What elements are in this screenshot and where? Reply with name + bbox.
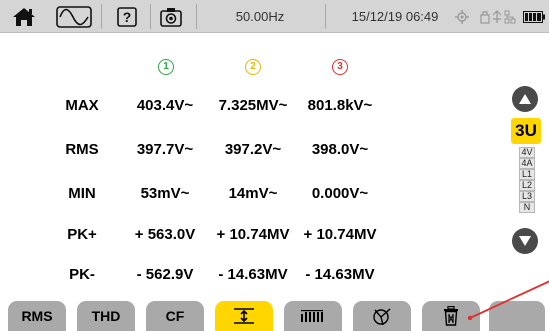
phasor-icon: [373, 308, 391, 326]
max-phase-3-value: 801.8kV~: [307, 97, 373, 114]
pk-plus-phase-3-value: + 10.74MV: [303, 226, 377, 243]
camera-icon[interactable]: [158, 0, 184, 33]
min-phase-2-value: 14mV~: [228, 185, 278, 202]
arrow-down-icon: [519, 236, 531, 246]
min-phase-3-value: 0.000V~: [311, 185, 369, 202]
row-label-pk-minus: PK-: [69, 266, 95, 283]
row-label-pk-plus: PK+: [67, 226, 97, 243]
tab-empty[interactable]: [489, 301, 545, 331]
trash-icon: [444, 306, 458, 326]
summary-bars-icon: [301, 310, 323, 322]
tab-thd[interactable]: THD: [77, 301, 135, 331]
rms-phase-3-value: 398.0V~: [311, 141, 369, 158]
pk-plus-phase-1-value: + 563.0V: [134, 226, 196, 243]
home-icon[interactable]: [6, 0, 42, 33]
phase-1-indicator: 1: [158, 59, 174, 75]
scroll-down-button[interactable]: [512, 228, 538, 254]
gps-icon: [453, 0, 471, 33]
min-phase-1-value: 53mV~: [140, 185, 190, 202]
max-phase-1-value: 403.4V~: [136, 97, 194, 114]
phase-3-indicator: 3: [332, 59, 348, 75]
status-bar: ? 50.00Hz 15/12/19 06:49: [0, 0, 549, 33]
selector-option-n[interactable]: N: [519, 202, 535, 213]
tab-reset[interactable]: [422, 301, 480, 331]
selector-option-l2[interactable]: L2: [519, 180, 535, 191]
tab-phasor[interactable]: [353, 301, 411, 331]
max-min-icon: [234, 308, 254, 324]
rms-phase-1-value: 397.7V~: [136, 141, 194, 158]
arrow-up-icon: [519, 94, 531, 104]
rms-phase-2-value: 397.2V~: [224, 141, 282, 158]
pk-minus-phase-1-value: - 562.9V: [136, 266, 194, 283]
connection-icon: [478, 0, 518, 33]
bottom-tab-bar: RMS THD CF: [0, 298, 549, 331]
svg-text:?: ?: [123, 9, 132, 25]
selector-option-4a[interactable]: 4A: [519, 158, 535, 169]
row-label-max: MAX: [65, 97, 99, 114]
pk-minus-phase-2-value: - 14.63MV: [218, 266, 288, 283]
row-label-min: MIN: [68, 185, 96, 202]
phase-2-indicator: 2: [245, 59, 261, 75]
tab-rms[interactable]: RMS: [8, 301, 66, 331]
scroll-up-button[interactable]: [512, 86, 538, 112]
max-phase-2-value: 7.325MV~: [218, 97, 288, 114]
battery-icon: [522, 0, 546, 33]
selector-option-l3[interactable]: L3: [519, 191, 535, 202]
help-icon[interactable]: ?: [114, 0, 140, 33]
tab-max-min[interactable]: [215, 301, 273, 331]
connection-selector-3u[interactable]: 3U: [511, 118, 541, 144]
selector-option-4v[interactable]: 4V: [519, 147, 535, 158]
pk-minus-phase-3-value: - 14.63MV: [305, 266, 375, 283]
tab-cf[interactable]: CF: [146, 301, 204, 331]
row-label-rms: RMS: [65, 141, 99, 158]
tab-summary[interactable]: [284, 301, 342, 331]
datetime-readout: 15/12/19 06:49: [351, 9, 439, 24]
pk-plus-phase-2-value: + 10.74MV: [216, 226, 290, 243]
waveform-icon[interactable]: [54, 0, 94, 33]
selector-option-l1[interactable]: L1: [519, 169, 535, 180]
frequency-readout: 50.00Hz: [235, 9, 285, 24]
